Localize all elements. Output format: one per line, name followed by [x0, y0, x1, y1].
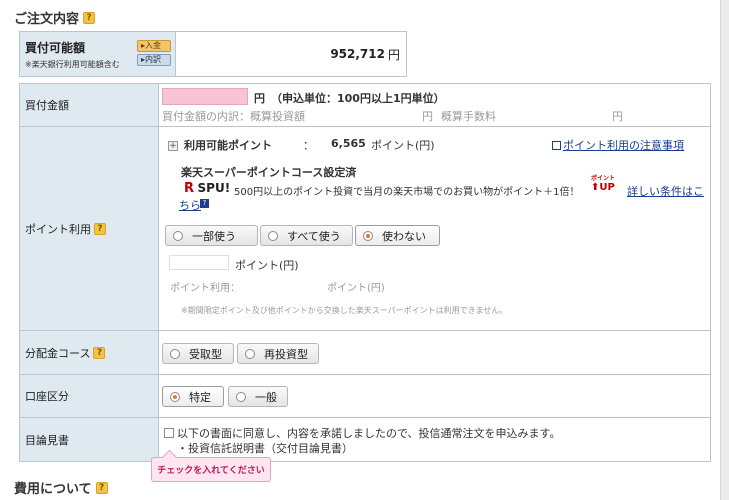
buying-power-label-cell: 買付可能額 ※楽天銀行利用可能額含む ▸入金 ▸内訳	[20, 32, 175, 76]
points-amount-input[interactable]	[169, 255, 229, 270]
help-icon[interactable]: ?	[200, 199, 209, 208]
amount-input[interactable]	[162, 88, 248, 105]
points-option-none[interactable]: 使わない	[355, 225, 440, 246]
agree-checkbox[interactable]	[164, 428, 174, 438]
distribution-cell: 受取型 再投資型	[159, 331, 710, 374]
available-points-unit: ポイント(円)	[371, 139, 435, 152]
details-link[interactable]: 詳しい条件はこ	[627, 183, 704, 199]
prospectus-label: 目論見書	[25, 433, 69, 447]
amount-row: 買付金額 円 （申込単位：100円以上1円単位） 買付金額の内訳：概算投資額 円…	[19, 83, 711, 127]
points-disclaimer: ※期間限定ポイント及び他ポイントから交換した楽天スーパーポイントは利用できません…	[181, 306, 508, 315]
order-section-title-text: ご注文内容	[14, 12, 80, 27]
distribution-label-cell: 分配金コース ?	[20, 331, 159, 374]
buying-power-box: 買付可能額 ※楽天銀行利用可能額含む ▸入金 ▸内訳 952,712 円	[19, 31, 407, 77]
check-required-tooltip-text: チェックを入れてください	[157, 466, 265, 476]
account-label-cell: 口座区分	[20, 375, 159, 417]
buying-power-unit: 円	[387, 47, 400, 62]
deposit-button[interactable]: ▸入金	[137, 40, 171, 52]
spu-r-mark: R	[184, 181, 195, 196]
points-option-all-label: すべて使う	[287, 229, 341, 243]
fees-section-title-text: 費用について	[14, 482, 92, 497]
course-status: 楽天スーパーポイントコース設定済	[181, 166, 357, 179]
account-option-general[interactable]: 一般	[228, 386, 288, 407]
external-window-icon	[552, 141, 561, 150]
available-points-label: 利用可能ポイント	[184, 139, 272, 152]
amount-label: 買付金額	[25, 99, 69, 112]
distribution-label: 分配金コース	[25, 346, 91, 360]
fee-label: 概算手数料	[441, 110, 496, 123]
distribution-row: 分配金コース ? 受取型 再投資型	[19, 331, 711, 375]
prospectus-label-cell: 目論見書	[20, 418, 159, 461]
points-label-cell: ポイント利用 ?	[20, 127, 159, 330]
point-up-text: ⬆UP	[591, 182, 615, 193]
account-label: 口座区分	[25, 390, 69, 403]
prospectus-row: 目論見書 以下の書面に同意し、内容を承諾しましたので、投信通常注文を申込みます。…	[19, 418, 711, 462]
account-option-specific-label: 特定	[189, 390, 211, 404]
prospectus-cell: 以下の書面に同意し、内容を承諾しましたので、投信通常注文を申込みます。 ・投資信…	[159, 418, 710, 461]
agree-text: 以下の書面に同意し、内容を承諾しましたので、投信通常注文を申込みます。	[177, 427, 561, 440]
points-notice-link[interactable]: ポイント利用の注意事項	[552, 137, 684, 153]
buying-power-buttons: ▸入金 ▸内訳	[137, 40, 171, 66]
points-cell: + 利用可能ポイント ： 6,565 ポイント(円) ポイント利用の注意事項 楽…	[159, 127, 710, 330]
order-section-title: ご注文内容 ?	[14, 8, 96, 27]
spu-text: SPU!	[197, 181, 231, 195]
amount-label-cell: 買付金額	[20, 84, 159, 126]
plus-icon[interactable]: +	[168, 141, 178, 151]
points-option-all[interactable]: すべて使う	[260, 225, 353, 246]
radio-selected-icon	[363, 230, 373, 241]
buying-power-value-cell: 952,712 円	[175, 32, 406, 76]
available-points-colon: ：	[303, 139, 314, 152]
points-option-partial[interactable]: 一部使う	[165, 225, 258, 246]
points-option-partial-label: 一部使う	[192, 229, 236, 243]
help-icon[interactable]: ?	[95, 481, 108, 494]
points-input-unit: ポイント(円)	[235, 259, 299, 272]
point-up-badge: ポイント ⬆UP	[591, 176, 615, 194]
available-points-value: 6,565	[331, 137, 366, 150]
account-option-specific[interactable]: 特定	[162, 386, 224, 407]
radio-icon	[268, 230, 278, 241]
amount-breakdown-unit: 円	[422, 110, 433, 123]
spu-description: 500円以上のポイント投資で当月の楽天市場でのお買い物がポイント＋1倍！	[234, 187, 580, 198]
radio-icon	[236, 391, 246, 402]
amount-breakdown-label: 買付金額の内訳：概算投資額	[162, 110, 305, 123]
buying-power-value: 952,712	[330, 47, 385, 61]
help-icon[interactable]: ?	[83, 11, 96, 24]
check-required-tooltip: チェックを入れてください	[151, 457, 271, 482]
points-use-label: ポイント利用：	[170, 283, 240, 294]
order-page: ご注文内容 ? 買付可能額 ※楽天銀行利用可能額含む ▸入金 ▸内訳 952,7…	[0, 0, 729, 500]
amount-unit: 円	[254, 92, 265, 105]
points-row: ポイント利用 ? + 利用可能ポイント ： 6,565 ポイント(円) ポイント…	[19, 127, 711, 331]
points-option-none-label: 使わない	[382, 229, 426, 243]
fees-section-title: 費用について ?	[14, 478, 108, 497]
spu-logo: R SPU!	[184, 181, 230, 196]
prospectus-doc-item: ・投資信託説明書（交付目論見書）	[177, 442, 353, 455]
fee-unit: 円	[612, 110, 623, 123]
account-row: 口座区分 特定 一般	[19, 375, 711, 418]
points-use-unit: ポイント(円)	[327, 283, 385, 294]
help-icon[interactable]: ?	[94, 222, 106, 235]
radio-icon	[170, 348, 180, 359]
details-link-cont[interactable]: ちら	[179, 197, 201, 213]
amount-unit-note: （申込単位：100円以上1円単位）	[271, 92, 445, 105]
distribution-option-reinvest-label: 再投資型	[264, 347, 308, 361]
radio-icon	[245, 348, 255, 359]
right-scroll-border	[720, 0, 729, 500]
radio-icon	[173, 230, 183, 241]
breakdown-button[interactable]: ▸内訳	[137, 54, 171, 66]
points-label: ポイント利用	[25, 222, 91, 236]
account-cell: 特定 一般	[159, 375, 710, 417]
distribution-option-reinvest[interactable]: 再投資型	[237, 343, 319, 364]
radio-selected-icon	[170, 391, 180, 402]
amount-cell: 円 （申込単位：100円以上1円単位） 買付金額の内訳：概算投資額 円 概算手数…	[159, 84, 710, 126]
points-notice-link-text: ポイント利用の注意事項	[563, 139, 684, 152]
distribution-option-receive-label: 受取型	[189, 347, 222, 361]
account-option-general-label: 一般	[255, 390, 277, 404]
distribution-option-receive[interactable]: 受取型	[162, 343, 234, 364]
help-icon[interactable]: ?	[93, 346, 106, 359]
